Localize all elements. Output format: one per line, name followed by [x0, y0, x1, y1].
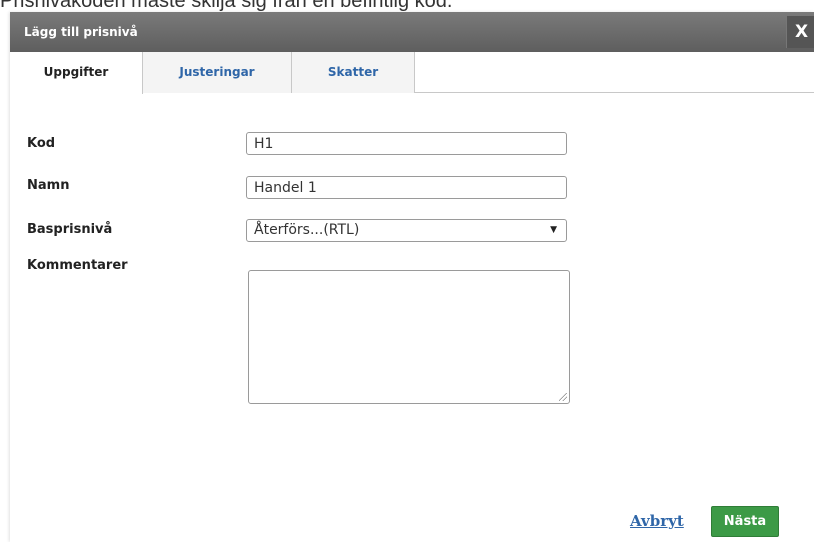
close-icon[interactable]: X	[786, 16, 814, 48]
code-input[interactable]	[246, 132, 567, 155]
base-price-level-select[interactable]: Återförs...(RTL) ▼	[246, 219, 567, 242]
tab-uppgifter[interactable]: Uppgifter	[10, 52, 143, 94]
background-message: Prisnivåkoden måste skilja sig från en b…	[0, 0, 453, 12]
dialog-title: Lägg till prisnivå	[24, 25, 138, 39]
dialog-tabs: Uppgifter Justeringar Skatter	[10, 52, 814, 94]
name-label: Namn	[27, 178, 70, 193]
dialog-titlebar: Lägg till prisnivå X	[10, 12, 814, 52]
comments-label: Kommentarer	[27, 258, 128, 273]
base-price-level-label: Basprisnivå	[27, 222, 113, 237]
comments-textarea[interactable]	[248, 270, 570, 404]
tab-skatter[interactable]: Skatter	[292, 52, 415, 93]
cancel-link[interactable]: Avbryt	[630, 512, 684, 530]
code-label: Kod	[27, 136, 56, 151]
resize-grip-icon[interactable]	[559, 393, 567, 401]
chevron-down-icon: ▼	[550, 225, 557, 235]
base-price-level-value: Återförs...(RTL)	[254, 222, 360, 238]
next-button[interactable]: Nästa	[711, 506, 779, 537]
add-price-level-dialog: Lägg till prisnivå X Uppgifter Justering…	[10, 12, 814, 542]
name-input[interactable]	[246, 176, 567, 199]
tab-justeringar[interactable]: Justeringar	[143, 52, 292, 93]
